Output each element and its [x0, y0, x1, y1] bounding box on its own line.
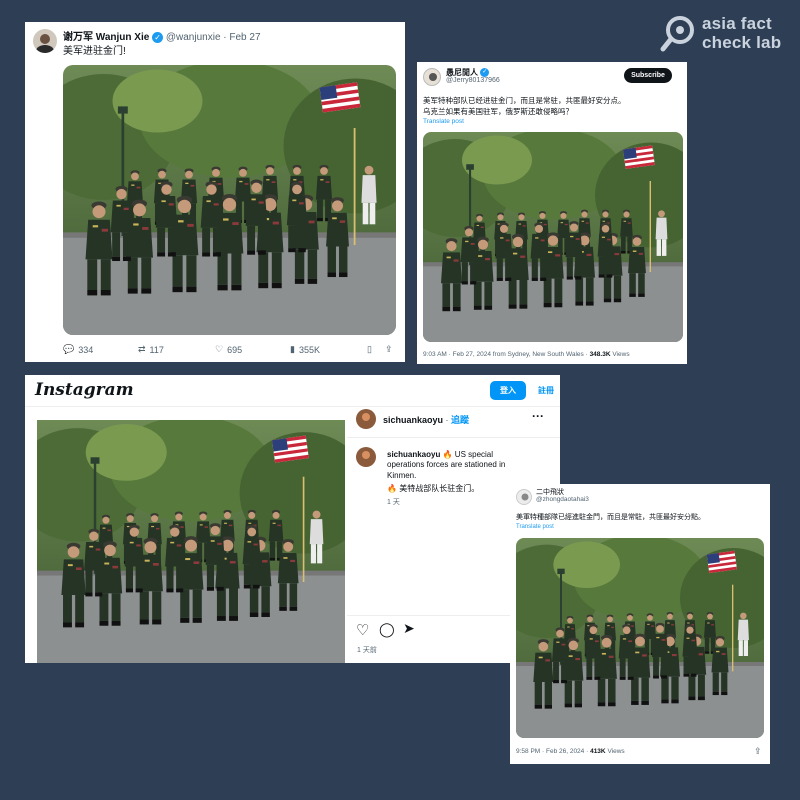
verified-badge-icon: ✓ — [152, 31, 164, 43]
fire-icon: 🔥 — [387, 484, 397, 493]
avatar[interactable] — [33, 29, 57, 53]
caption-line4: 美特战部队长驻金门。 — [399, 484, 480, 493]
tweet-text: 美军进驻金门! — [63, 46, 126, 57]
share-icon[interactable]: ⇪ — [385, 344, 393, 355]
fire-icon: 🔥 — [442, 450, 453, 459]
instagram-photo[interactable] — [37, 420, 345, 663]
avatar[interactable] — [356, 409, 376, 429]
views-count: 348.3K — [589, 351, 611, 358]
comment-age: 1 天 — [387, 499, 400, 506]
post-timestamp[interactable]: 9:58 PM · Feb 26, 2024 · — [516, 748, 588, 755]
avatar[interactable] — [356, 447, 376, 467]
follow-button[interactable]: 追蹤 — [451, 415, 469, 425]
caption-username[interactable]: sichuankaoyu — [387, 450, 440, 459]
repost-icon: ⇄ — [138, 344, 146, 354]
reply-icon: 💬 — [63, 344, 75, 354]
caption-line1: US special — [454, 450, 494, 459]
post-date[interactable]: · Feb 27 — [223, 32, 260, 43]
divider — [347, 437, 560, 438]
views-label: Views — [607, 748, 625, 755]
author-handle[interactable]: @zhongdaotahai3 — [536, 496, 589, 503]
translate-post-link[interactable]: Translate post — [423, 118, 464, 125]
share-icon[interactable]: ⇪ — [754, 746, 762, 757]
instagram-card: Instagram 登入 註冊 sichuankaoyu · 追蹤 ··· si… — [25, 375, 560, 663]
tweet-photo[interactable] — [63, 65, 396, 335]
avatar[interactable] — [423, 68, 441, 86]
comment-icon[interactable]: ◯ — [379, 621, 395, 638]
author-handle[interactable]: @wanjunxie — [166, 32, 221, 43]
repost-button[interactable]: ⇄ 117 — [138, 344, 164, 355]
tweet-text: 美軍特種部隊已經進駐金門，而且是常駐，共匪最好安分點。 — [516, 514, 705, 521]
author-handle[interactable]: @Jerry80137966 — [446, 77, 500, 84]
magnifier-logo-icon — [660, 16, 694, 52]
more-options-icon[interactable]: ··· — [532, 409, 544, 423]
avatar[interactable] — [516, 489, 532, 505]
instagram-logo[interactable]: Instagram — [35, 380, 134, 400]
tweet-card-jerry: 愚尼閒人 ✓ @Jerry80137966 Subscribe 美军特种部队已经… — [417, 62, 687, 364]
bookmark-icon[interactable]: ▯ — [367, 344, 372, 355]
caption-line2: operations forces are stationed in — [387, 460, 506, 469]
tweet-card-wanjunxie: 谢万军 Wanjun Xie ✓ @wanjunxie · Feb 27 美军进… — [25, 22, 405, 362]
author-name[interactable]: 愚尼閒人 — [446, 68, 478, 77]
tweet-text-line1: 美军特种部队已经进驻金门，而且是常驻，共匪最好安分点。 — [423, 96, 626, 105]
bar-chart-icon: ▮ — [290, 344, 295, 354]
heart-icon: ♡ — [215, 344, 224, 354]
share-send-icon[interactable]: ➤ — [403, 620, 415, 637]
logo-text-line2: check lab — [702, 33, 782, 52]
post-age: 1 天前 — [357, 647, 377, 654]
like-button[interactable]: ♡ 695 — [215, 344, 242, 355]
tweet-card-zhongdaotahai: 二中飛狀 @zhongdaotahai3 美軍特種部隊已經進駐金門，而且是常駐，… — [510, 484, 770, 764]
views-stat[interactable]: ▮ 355K — [290, 344, 320, 355]
reply-button[interactable]: 💬 334 — [63, 344, 93, 355]
tweet-photo[interactable] — [423, 132, 683, 342]
views-count: 413K — [590, 748, 606, 755]
tweet-text-line2: 乌克兰如果有美国驻军，俄罗斯还敢侵略吗？ — [423, 107, 573, 116]
tweet-photo[interactable] — [516, 538, 764, 738]
post-timestamp[interactable]: 9:03 AM · Feb 27, 2024 from Sydney, New … — [423, 351, 588, 358]
views-label: Views — [612, 351, 630, 358]
like-heart-icon[interactable]: ♡ — [356, 621, 369, 639]
caption-line3: Kinmen. — [387, 471, 417, 480]
username-link[interactable]: sichuankaoyu — [383, 415, 443, 425]
login-button[interactable]: 登入 — [490, 381, 526, 400]
translate-post-link[interactable]: Translate post — [516, 524, 554, 530]
asia-fact-check-lab-logo: asia fact check lab — [658, 12, 788, 56]
subscribe-button[interactable]: Subscribe — [624, 68, 672, 83]
signup-link[interactable]: 註冊 — [538, 385, 554, 396]
logo-text-line1: asia fact — [702, 14, 772, 33]
